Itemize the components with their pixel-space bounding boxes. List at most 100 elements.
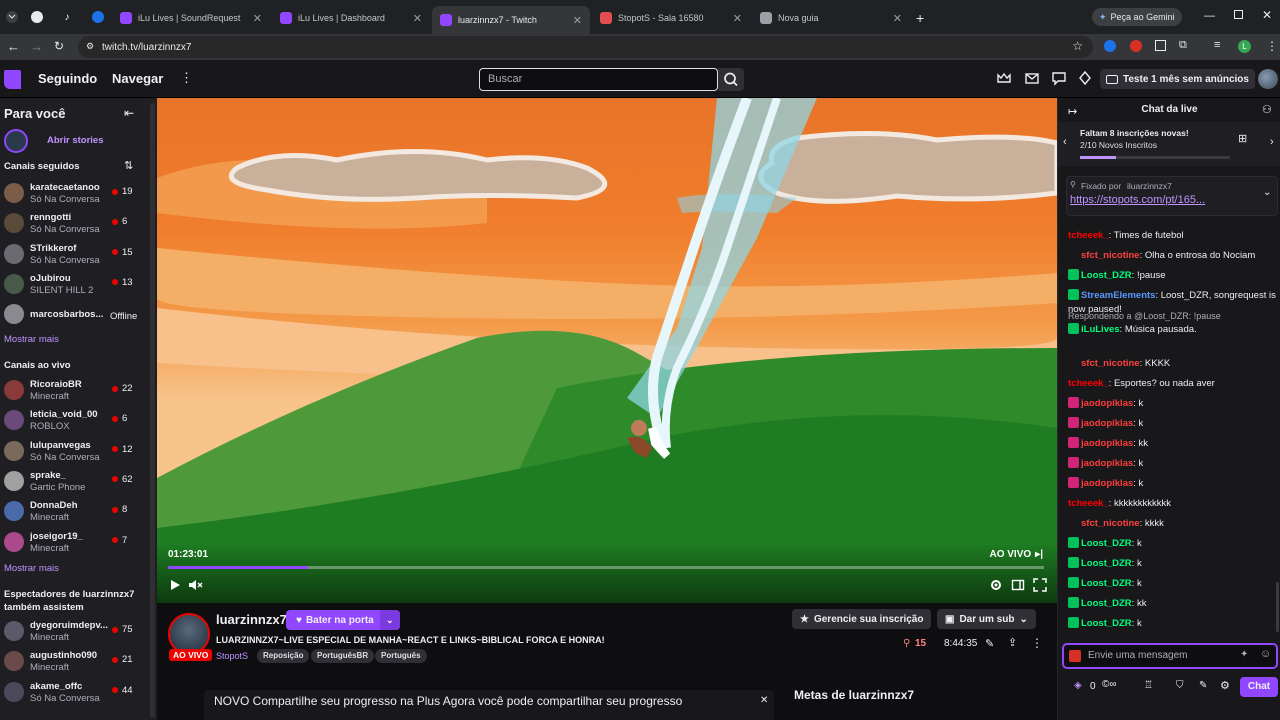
sidebar-channel[interactable]: RicoraioBR Minecraft 22 <box>4 378 154 404</box>
chat-settings-icon[interactable]: ⚙ <box>1220 679 1230 692</box>
sidebar-channel[interactable]: marcosbarbos... Offline <box>4 302 154 328</box>
sidebar-channel[interactable]: lulupanvegas Só Na Conversa 12 <box>4 439 154 465</box>
browser-tab[interactable]: luarzinnzx7 - Twitch ✕ <box>432 6 590 34</box>
pinned-tab-icon[interactable] <box>92 11 104 23</box>
chat-username[interactable]: jaodopiklas <box>1081 398 1133 409</box>
close-tab-icon[interactable]: ✕ <box>893 12 902 25</box>
chat-input[interactable]: Envie uma mensagem ✦ ☺ <box>1062 643 1278 669</box>
minimize-icon[interactable]: — <box>1204 10 1215 22</box>
chat-username[interactable]: sfct_nicotine <box>1081 518 1140 529</box>
emote-icon[interactable]: ☺ <box>1260 648 1271 660</box>
sidebar-channel[interactable]: karatecaetanoo Só Na Conversa 19 <box>4 181 154 207</box>
chat-badge-icon[interactable] <box>1069 650 1081 662</box>
expand-pin-icon[interactable]: ⌄ <box>1263 187 1271 198</box>
search-input[interactable]: Buscar <box>479 68 718 91</box>
inbox-icon[interactable] <box>1024 70 1042 88</box>
ad-free-trial-button[interactable]: Teste 1 mês sem anúncios <box>1100 69 1255 89</box>
chat-message[interactable]: Loost_DZR: k <box>1068 617 1278 631</box>
share-icon[interactable]: ⇪ <box>1008 636 1017 649</box>
sidebar-channel[interactable]: renngotti Só Na Conversa 6 <box>4 211 154 237</box>
sidebar-channel[interactable]: STrikkerof Só Na Conversa 15 <box>4 242 154 268</box>
chat-message[interactable]: Loost_DZR: k <box>1068 557 1278 571</box>
chat-username[interactable]: iLuLives <box>1081 324 1120 335</box>
sidebar-channel[interactable]: akame_offc Só Na Conversa 44 <box>4 680 154 706</box>
chat-scrollbar[interactable] <box>1276 582 1279 632</box>
chat-message[interactable]: Respondendo a @Loost_DZR: !pause iLuLives… <box>1068 309 1278 337</box>
chat-message[interactable]: tcheeek_: kkkkkkkkkkkk <box>1068 497 1278 511</box>
chat-username[interactable]: tcheeek_ <box>1068 498 1109 509</box>
channel-points-icon[interactable]: ◈ <box>1074 680 1082 691</box>
chrome-icon[interactable] <box>31 11 43 23</box>
tag-portugues[interactable]: Português <box>375 649 427 663</box>
chat-message[interactable]: tcheeek_: Esportes? ou nada aver <box>1068 377 1278 391</box>
tag-reposicao[interactable]: Reposição <box>257 649 310 663</box>
stories-avatar[interactable] <box>4 129 28 153</box>
extension-icon-3[interactable] <box>1155 40 1166 51</box>
bookmark-star-icon[interactable]: ☆ <box>1072 39 1083 53</box>
forward-icon[interactable]: → <box>30 39 43 54</box>
points-currency-icon[interactable]: ©∞ <box>1102 679 1117 690</box>
gift-sub-button[interactable]: ▣ Dar um sub ⌄ <box>937 609 1036 629</box>
chat-username[interactable]: jaodopiklas <box>1081 418 1133 429</box>
chat-message[interactable]: sfct_nicotine: Olha o entrosa do Nociam <box>1068 249 1278 263</box>
chat-message[interactable]: jaodopiklas: k <box>1068 457 1278 471</box>
back-icon[interactable]: ← <box>7 39 20 54</box>
close-tab-icon[interactable]: ✕ <box>413 12 422 25</box>
settings-icon[interactable] <box>989 578 1005 594</box>
chat-message[interactable]: sfct_nicotine: kkkk <box>1068 517 1278 531</box>
chat-message[interactable]: tcheeek_: Times de futebol <box>1068 229 1278 243</box>
mute-icon[interactable] <box>187 578 203 594</box>
chat-username[interactable]: StreamElements <box>1081 290 1155 301</box>
stream-category[interactable]: StopotS <box>216 651 248 661</box>
sidebar-channel[interactable]: oJubirou SILENT HILL 2 13 <box>4 272 154 298</box>
next-icon[interactable]: › <box>1270 136 1274 148</box>
chat-message[interactable]: jaodopiklas: k <box>1068 397 1278 411</box>
streamer-name[interactable]: luarzinnzx7 <box>216 612 287 627</box>
show-more-live[interactable]: Mostrar mais <box>4 563 59 574</box>
new-tab-icon[interactable]: + <box>916 10 924 26</box>
close-tab-icon[interactable]: ✕ <box>573 14 582 27</box>
close-tab-icon[interactable]: ✕ <box>733 12 742 25</box>
show-more-followed[interactable]: Mostrar mais <box>4 334 59 345</box>
chat-username[interactable]: sfct_nicotine <box>1081 250 1140 261</box>
close-window-icon[interactable]: ✕ <box>1262 8 1272 22</box>
treasure-icon[interactable]: ♖ <box>1144 680 1153 691</box>
follow-button[interactable]: ♥ Bater na porta ⌄ <box>286 610 400 630</box>
prev-icon[interactable]: ‹ <box>1063 136 1067 148</box>
sidebar-channel[interactable]: dyegoruimdepv... Minecraft 75 <box>4 619 154 645</box>
site-info-icon[interactable]: ⚙ <box>86 41 94 52</box>
video-player[interactable]: 01:23:01 AO VIVO ▸| <box>157 98 1057 603</box>
chat-username[interactable]: jaodopiklas <box>1081 438 1133 449</box>
maximize-icon[interactable] <box>1234 10 1243 19</box>
open-stories-link[interactable]: Abrir stories <box>47 135 104 146</box>
play-icon[interactable] <box>168 578 184 594</box>
browser-tab[interactable]: Nova guia ✕ <box>752 6 910 30</box>
drops-crown-icon[interactable] <box>996 70 1014 88</box>
live-indicator[interactable]: AO VIVO ▸| <box>989 549 1043 560</box>
chat-message[interactable]: Loost_DZR: !pause <box>1068 269 1278 283</box>
tag-portuguesbr[interactable]: PortuguêsBR <box>311 649 375 663</box>
browser-tab[interactable]: iLu Lives | Dashboard ✕ <box>272 6 430 30</box>
chat-message[interactable]: jaodopiklas: k <box>1068 477 1278 491</box>
gemini-button[interactable]: ✦ Peça ao Gemini <box>1092 8 1182 26</box>
browser-tab[interactable]: iLu Lives | SoundRequest ✕ <box>112 6 270 30</box>
sidebar-channel[interactable]: sprake_ Gartic Phone 62 <box>4 469 154 495</box>
ai-icon[interactable]: ✦ <box>1240 649 1248 660</box>
browser-tab[interactable]: StopotS - Sala 16580 ✕ <box>592 6 750 30</box>
pinned-link[interactable]: https://stopots.com/pt/165... <box>1070 194 1205 206</box>
chat-message[interactable]: jaodopiklas: k <box>1068 417 1278 431</box>
hype-progress[interactable]: ‹ Faltam 8 inscrições novas! 2/10 Novos … <box>1058 122 1280 166</box>
collapse-sidebar-icon[interactable]: ⇤ <box>124 106 134 120</box>
chat-username[interactable]: Loost_DZR <box>1081 538 1132 549</box>
more-options-icon[interactable]: ⋮ <box>180 70 193 86</box>
sidebar-channel[interactable]: joseigor19_ Minecraft 7 <box>4 530 154 556</box>
more-actions-icon[interactable]: ⋮ <box>1031 636 1043 650</box>
user-avatar[interactable] <box>1258 69 1278 89</box>
chat-username[interactable]: Loost_DZR <box>1081 618 1132 629</box>
whispers-icon[interactable] <box>1051 70 1069 88</box>
reload-icon[interactable]: ↻ <box>54 39 64 53</box>
chat-message[interactable]: sfct_nicotine: KKKK <box>1068 357 1278 371</box>
sidebar-channel[interactable]: augustinho090 Minecraft 21 <box>4 649 154 675</box>
chat-username[interactable]: Loost_DZR <box>1081 578 1132 589</box>
close-banner-icon[interactable]: ✕ <box>760 695 768 706</box>
